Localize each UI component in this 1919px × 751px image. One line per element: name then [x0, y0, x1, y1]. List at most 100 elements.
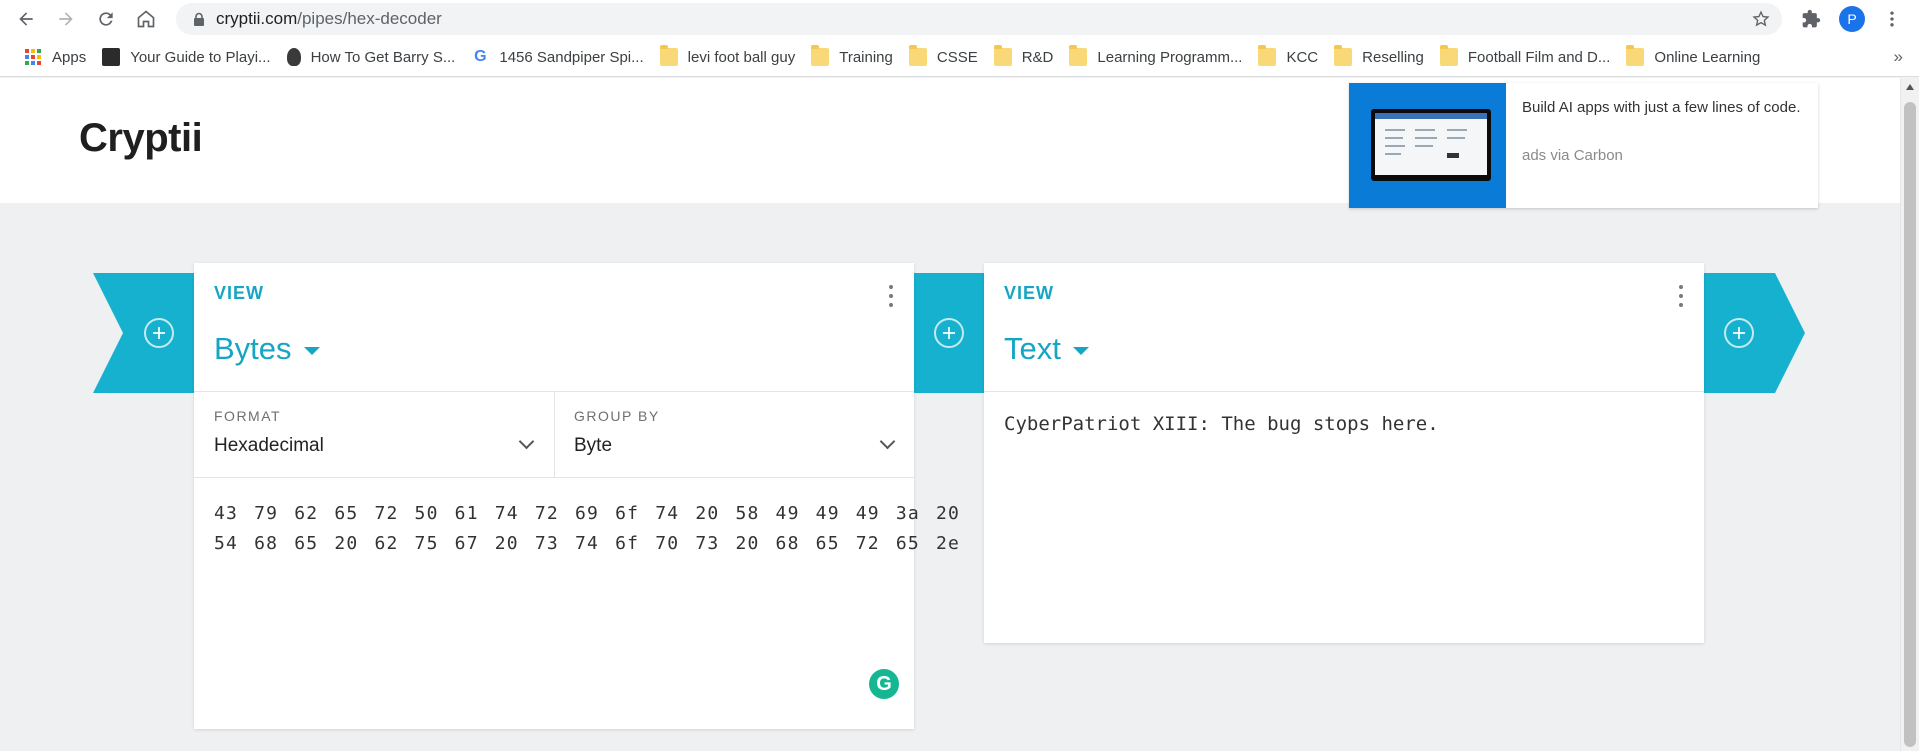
forward-button[interactable] — [48, 1, 84, 37]
bookmark-label: Online Learning — [1654, 48, 1761, 66]
bookmark-folder[interactable]: Online Learning — [1618, 42, 1768, 72]
text-view-card: VIEW Text CyberPatriot XIII: The bug sto… — [984, 263, 1704, 643]
folder-icon — [1334, 45, 1353, 66]
bookmark-label: How To Get Barry S... — [310, 48, 456, 66]
folder-icon — [993, 45, 1012, 66]
bookmark-label: CSSE — [936, 48, 978, 66]
bookmark-item[interactable]: Your Guide to Playi... — [94, 42, 278, 72]
carbon-ad[interactable]: Build AI apps with just a few lines of c… — [1349, 83, 1818, 208]
bookmark-folder[interactable]: Training — [803, 42, 901, 72]
reload-icon — [99, 12, 113, 26]
format-select[interactable]: Hexadecimal — [214, 435, 324, 457]
divider — [554, 391, 555, 477]
bookmark-apps[interactable]: Apps — [16, 42, 94, 72]
chevron-down-icon[interactable] — [518, 433, 535, 450]
viewer-type-label: Bytes — [214, 331, 292, 366]
grammarly-icon[interactable]: G — [869, 669, 899, 699]
bookmark-folder[interactable]: KCC — [1250, 42, 1326, 72]
bookmark-star-icon[interactable] — [1752, 10, 1770, 28]
pipe-end-arrow — [1703, 273, 1805, 393]
avatar: P — [1839, 6, 1865, 32]
url-path: /pipes/hex-decoder — [297, 9, 442, 28]
folder-icon — [1439, 45, 1458, 66]
viewer-type-dropdown[interactable]: Text — [1004, 331, 1089, 367]
caret-down-icon — [303, 347, 320, 355]
chrome-menu-button[interactable] — [1878, 5, 1906, 33]
ad-via-label[interactable]: ads via Carbon — [1522, 147, 1802, 164]
add-encoder-icon[interactable] — [144, 318, 174, 348]
site-title[interactable]: Cryptii — [79, 116, 203, 161]
bookmark-item[interactable]: How To Get Barry S... — [279, 42, 464, 72]
folder-icon — [1258, 45, 1277, 66]
arrow-left-icon — [19, 12, 33, 26]
reload-button[interactable] — [88, 1, 124, 37]
viewer-type-label: Text — [1004, 331, 1061, 366]
bookmark-label: Training — [839, 48, 893, 66]
bookmark-label: 1456 Sandpiper Spi... — [499, 48, 644, 66]
site-icon — [286, 48, 301, 66]
bookmark-label: Apps — [52, 48, 87, 66]
home-icon — [137, 10, 155, 28]
scrollbar-thumb[interactable] — [1904, 102, 1916, 747]
home-button[interactable] — [128, 1, 164, 37]
lock-icon — [194, 12, 204, 26]
extensions-button[interactable] — [1797, 5, 1825, 33]
add-encoder-icon[interactable] — [1724, 318, 1754, 348]
bookmark-folder[interactable]: CSSE — [901, 42, 986, 72]
puzzle-icon — [1802, 9, 1821, 28]
bookmark-label: KCC — [1286, 48, 1319, 66]
divider — [194, 477, 914, 478]
back-button[interactable] — [8, 1, 44, 37]
folder-icon — [811, 45, 830, 66]
ad-text: Build AI apps with just a few lines of c… — [1506, 83, 1818, 208]
chevron-down-icon[interactable] — [879, 433, 896, 450]
hex-input-textarea[interactable]: 43 79 62 65 72 50 61 74 72 69 6f 74 20 5… — [214, 499, 959, 559]
card-label: VIEW — [214, 283, 265, 303]
address-bar[interactable]: cryptii.com/pipes/hex-decoder — [176, 3, 1782, 35]
format-label: FORMAT — [214, 408, 282, 424]
group-by-label: GROUP BY — [574, 408, 660, 424]
ad-headline[interactable]: Build AI apps with just a few lines of c… — [1522, 97, 1802, 119]
bookmark-folder[interactable]: Reselling — [1326, 42, 1432, 72]
bookmark-label: Reselling — [1362, 48, 1424, 66]
text-output-textarea[interactable]: CyberPatriot XIII: The bug stops here. — [1004, 413, 1439, 435]
ad-image[interactable] — [1349, 83, 1506, 208]
apps-grid-icon — [25, 49, 41, 65]
page: Cryptii Build AI apps with just a few li… — [0, 78, 1900, 751]
add-encoder-icon[interactable] — [934, 318, 964, 348]
bytes-view-card: VIEW Bytes FORMAT Hexadecimal GROUP BY B… — [194, 263, 959, 729]
profile-button[interactable]: P — [1838, 5, 1866, 33]
bookmark-label: Your Guide to Playi... — [130, 48, 271, 66]
vertical-dots-icon — [1890, 11, 1894, 27]
bookmark-label: Football Film and D... — [1467, 48, 1611, 66]
google-icon: G — [474, 48, 487, 65]
scroll-up-arrow-icon[interactable] — [1906, 84, 1914, 90]
bookmark-folder[interactable]: Football Film and D... — [1432, 42, 1619, 72]
bookmarks-bar: Apps Your Guide to Playi... How To Get B… — [0, 38, 1919, 77]
caret-down-icon — [1072, 347, 1089, 355]
url-host: cryptii.com — [216, 9, 298, 28]
bookmark-folder[interactable]: R&D — [986, 42, 1062, 72]
bookmark-label: Learning Programm... — [1097, 48, 1243, 66]
viewer-type-dropdown[interactable]: Bytes — [214, 331, 320, 367]
folder-icon — [1069, 45, 1088, 66]
divider — [984, 391, 1704, 392]
page-scrollbar[interactable] — [1900, 78, 1919, 751]
folder-icon — [659, 45, 678, 66]
bookmark-folder[interactable]: levi foot ball guy — [652, 42, 804, 72]
browser-toolbar: cryptii.com/pipes/hex-decoder P — [0, 0, 1919, 38]
bookmark-folder[interactable]: Learning Programm... — [1061, 42, 1250, 72]
more-options-icon[interactable] — [888, 285, 894, 307]
site-icon — [102, 48, 121, 66]
bookmark-label: levi foot ball guy — [687, 48, 796, 66]
url-text: cryptii.com/pipes/hex-decoder — [216, 9, 442, 29]
bookmark-item[interactable]: G 1456 Sandpiper Spi... — [463, 42, 651, 72]
card-label: VIEW — [1004, 283, 1055, 303]
bookmark-label: R&D — [1021, 48, 1054, 66]
folder-icon — [908, 45, 927, 66]
arrow-right-icon — [59, 12, 73, 26]
group-by-select[interactable]: Byte — [574, 435, 612, 457]
bookmarks-overflow-button[interactable]: » — [1894, 47, 1903, 67]
folder-icon — [1626, 45, 1645, 66]
more-options-icon[interactable] — [1678, 285, 1684, 307]
